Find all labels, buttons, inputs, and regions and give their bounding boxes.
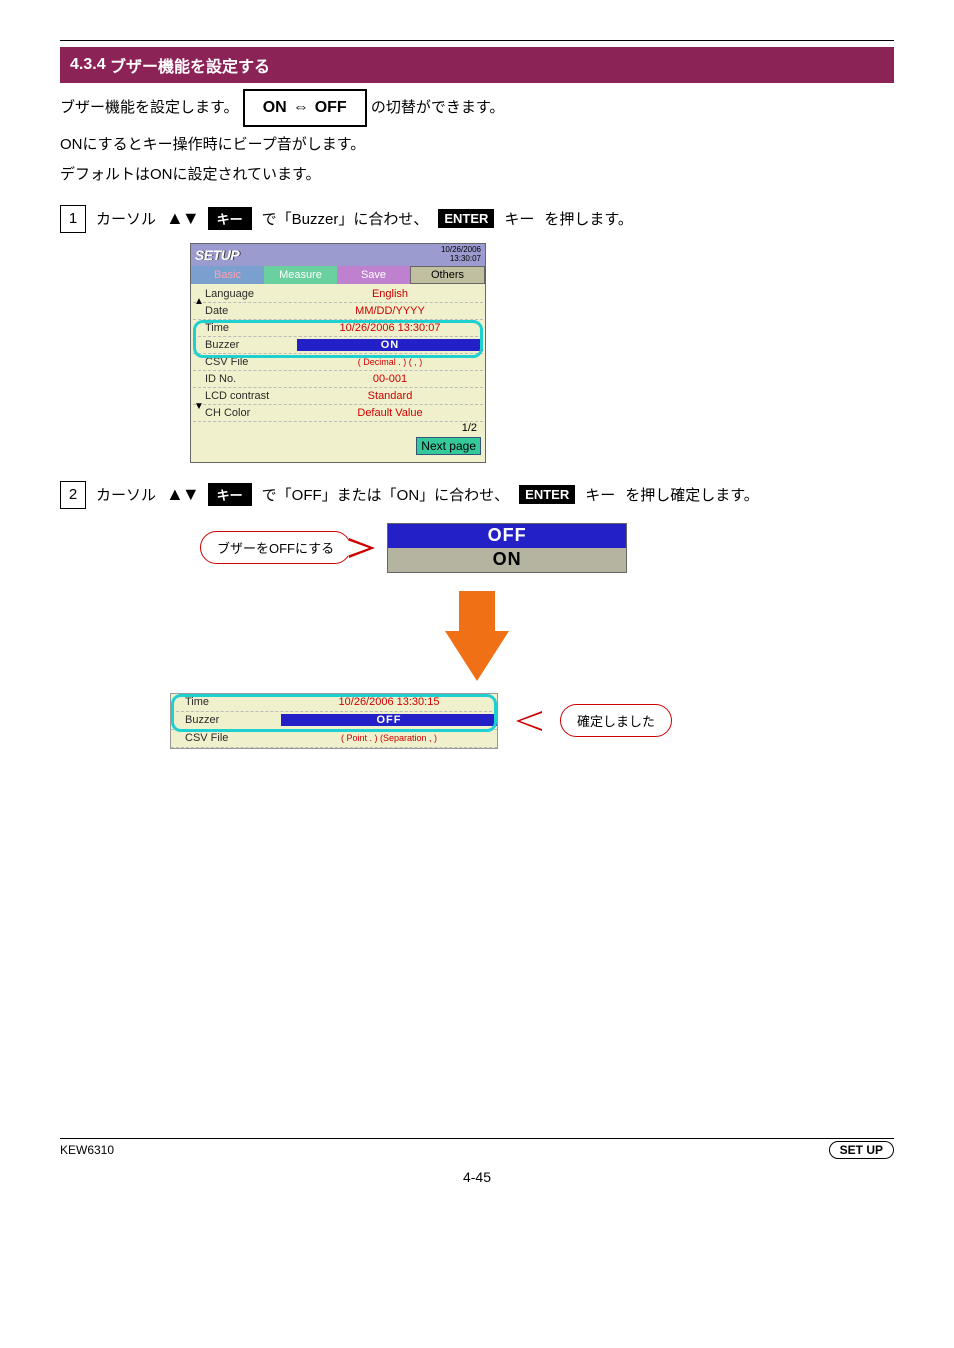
- up-down-icon: ▲▼: [166, 484, 198, 505]
- section-number: 4.3.4: [70, 56, 106, 74]
- tab-save[interactable]: Save: [337, 266, 410, 284]
- setup-pill: SET UP: [829, 1141, 894, 1159]
- row-language-value[interactable]: English: [297, 288, 483, 300]
- row-chcolor-value[interactable]: Default Value: [297, 407, 483, 419]
- option-popup: OFF ON: [387, 523, 627, 573]
- intro-line2: ONにするとキー操作時にビープ音がします。: [60, 133, 894, 157]
- callout-confirmed: 確定しました: [560, 704, 672, 737]
- enter-key: ENTER: [438, 209, 494, 228]
- tab-measure[interactable]: Measure: [264, 266, 337, 284]
- cursor-key: キー: [208, 483, 252, 506]
- scroll-up-marker: ▲: [194, 296, 204, 307]
- cursor-key: キー: [208, 207, 252, 230]
- step-2: 2 カーソル ▲▼ キー で「OFF」または「ON」に合わせ、 ENTER キー…: [60, 481, 894, 509]
- step-2-key2: キー: [585, 484, 615, 505]
- device-screenshot-1: SETUP 10/26/2006 13:30:07 Basic Measure …: [190, 243, 486, 463]
- on-label: ON: [263, 95, 287, 121]
- step-2-pre: カーソル: [96, 484, 156, 505]
- step-1-post: を押します。: [544, 208, 633, 229]
- intro-line1-post: の切替ができます。: [371, 99, 505, 116]
- section-title: ブザー機能を設定する: [110, 53, 270, 77]
- intro-line1: ブザー機能を設定します。 ON ⇔ OFF の切替ができます。: [60, 89, 894, 127]
- step-2-number: 2: [60, 481, 86, 509]
- tab-basic[interactable]: Basic: [191, 266, 264, 284]
- up-down-icon: ▲▼: [166, 208, 198, 229]
- step-1-key2: キー: [504, 208, 534, 229]
- callout-tail-icon: [516, 711, 542, 731]
- scroll-down-marker: ▼: [194, 401, 204, 412]
- device-time: 13:30:07: [450, 254, 481, 263]
- enter-key: ENTER: [519, 485, 575, 504]
- device-pagecount: 1/2: [193, 422, 483, 434]
- step-1-number: 1: [60, 205, 86, 233]
- row-buzzer-value[interactable]: ON: [297, 339, 483, 351]
- row-id-label: ID No.: [193, 373, 297, 385]
- footer-model: KEW6310: [60, 1143, 114, 1157]
- option-off[interactable]: OFF: [388, 524, 626, 548]
- step-1-mid: で「Buzzer」に合わせ、: [262, 208, 429, 229]
- footer: KEW6310 SET UP: [60, 1138, 894, 1159]
- intro-line3: デフォルトはONに設定されています。: [60, 163, 894, 187]
- row-csv-value[interactable]: ( Decimal . ) ( , ): [297, 357, 483, 367]
- page-number: 4-45: [0, 1169, 954, 1185]
- row-time-value[interactable]: 10/26/2006 13:30:07: [297, 322, 483, 334]
- row-buzzer-label: Buzzer: [193, 339, 297, 351]
- row-language-label: Language: [193, 288, 297, 300]
- intro-line1-pre: ブザー機能を設定します。: [60, 99, 239, 116]
- d2-buzzer-label: Buzzer: [171, 714, 281, 726]
- swap-icon: ⇔: [293, 95, 309, 121]
- row-lcd-value[interactable]: Standard: [297, 390, 483, 402]
- row-date-label: Date: [193, 305, 297, 317]
- device-screenshot-2: Time10/26/2006 13:30:15 BuzzerOFF CSV Fi…: [170, 693, 498, 749]
- step-2-post: を押し確定します。: [625, 484, 759, 505]
- device-logo: SETUP: [195, 247, 239, 263]
- d2-time-label: Time: [171, 696, 281, 708]
- d2-buzzer-value: OFF: [281, 714, 497, 726]
- tab-others[interactable]: Others: [410, 266, 485, 284]
- row-time-label: Time: [193, 322, 297, 334]
- row-id-value[interactable]: 00-001: [297, 373, 483, 385]
- step-1: 1 カーソル ▲▼ キー で「Buzzer」に合わせ、 ENTER キー を押し…: [60, 205, 894, 233]
- section-title-bar: 4.3.4 ブザー機能を設定する: [60, 47, 894, 83]
- callout-tail-icon: [349, 538, 375, 558]
- step-2-mid: で「OFF」または「ON」に合わせ、: [262, 484, 510, 505]
- d2-csv-label: CSV File: [171, 732, 281, 744]
- row-lcd-label: LCD contrast: [193, 390, 297, 402]
- d2-csv-value: ( Point . ) (Separation , ): [281, 733, 497, 743]
- off-label: OFF: [315, 95, 347, 121]
- row-chcolor-label: CH Color: [193, 407, 297, 419]
- arrow-down-icon: [445, 631, 509, 681]
- row-csv-label: CSV File: [193, 356, 297, 368]
- d2-time-value: 10/26/2006 13:30:15: [281, 696, 497, 708]
- step-1-pre: カーソル: [96, 208, 156, 229]
- next-page-button[interactable]: Next page: [416, 437, 481, 455]
- on-off-box: ON ⇔ OFF: [243, 89, 367, 127]
- callout-buzzer-off: ブザーをOFFにする: [200, 531, 351, 564]
- row-date-value[interactable]: MM/DD/YYYY: [297, 305, 483, 317]
- option-on[interactable]: ON: [388, 548, 626, 572]
